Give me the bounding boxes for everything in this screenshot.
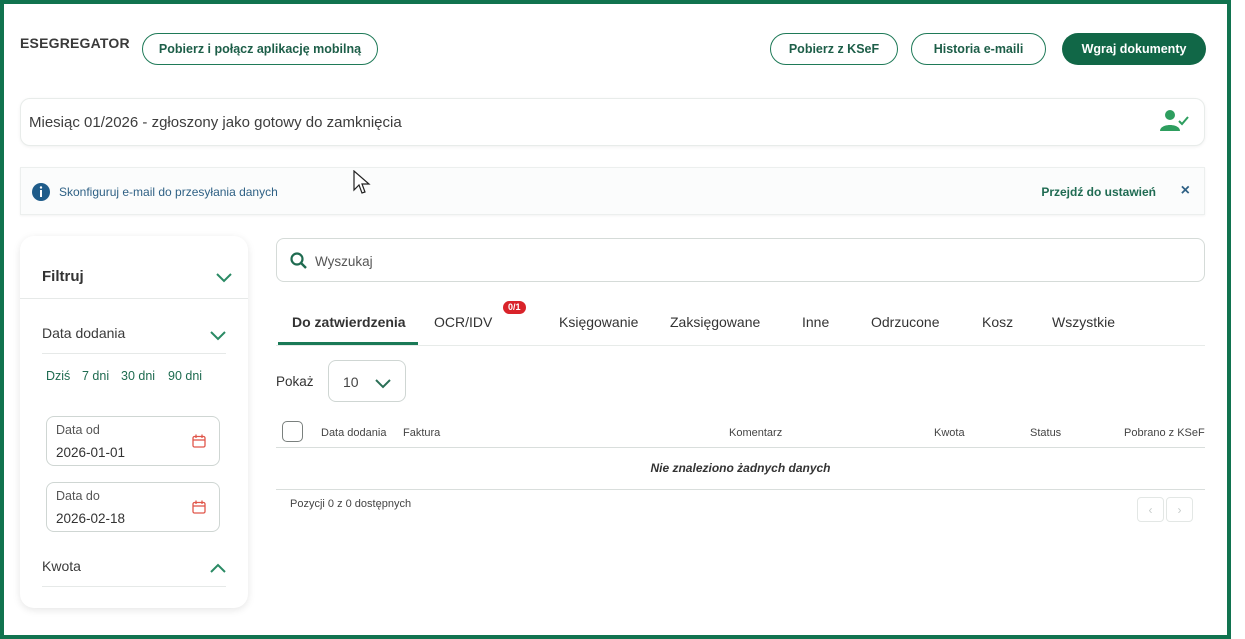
upload-documents-button[interactable]: Wgraj dokumenty — [1062, 33, 1206, 65]
divider — [42, 586, 226, 587]
tab-ocr-idv[interactable]: OCR/IDV — [434, 314, 492, 330]
col-amount[interactable]: Kwota — [934, 427, 965, 439]
calendar-icon[interactable] — [192, 434, 206, 453]
ksef-download-button[interactable]: Pobierz z KSeF — [770, 33, 898, 65]
quick-range-90d[interactable]: 90 dni — [168, 369, 202, 383]
date-to-field[interactable]: Data do 2026-02-18 — [46, 482, 220, 532]
month-status-bar: Miesiąc 01/2026 - zgłoszony jako gotowy … — [20, 98, 1205, 146]
tab-other[interactable]: Inne — [802, 314, 829, 330]
col-ksef-downloaded[interactable]: Pobrano z KSeF — [1124, 427, 1205, 439]
tab-to-approve[interactable]: Do zatwierdzenia — [292, 314, 406, 330]
tab-all[interactable]: Wszystkie — [1052, 314, 1115, 330]
page-size-value: 10 — [343, 374, 359, 390]
prev-page-button[interactable]: ‹ — [1137, 497, 1164, 522]
pagination-summary: Pozycji 0 z 0 dostępnych — [290, 498, 412, 510]
chevron-down-icon — [375, 376, 391, 394]
divider — [42, 353, 226, 354]
date-added-label: Data dodania — [42, 325, 126, 341]
quick-range-30d[interactable]: 30 dni — [121, 369, 155, 383]
quick-range-today[interactable]: Dziś — [46, 369, 70, 383]
date-from-value: 2026-01-01 — [56, 445, 126, 460]
document-tabs: Do zatwierdzenia OCR/IDV 0/1 Księgowanie… — [276, 301, 1205, 346]
chevron-down-icon[interactable] — [216, 270, 232, 288]
divider — [20, 298, 248, 299]
tab-accounting[interactable]: Księgowanie — [559, 314, 638, 330]
col-status[interactable]: Status — [1030, 427, 1061, 439]
table-footer-divider — [276, 489, 1205, 490]
table-header-divider — [276, 447, 1205, 448]
info-icon — [31, 182, 51, 207]
mobile-app-button[interactable]: Pobierz i połącz aplikację mobilną — [142, 33, 378, 65]
quick-range-7d[interactable]: 7 dni — [82, 369, 109, 383]
date-to-value: 2026-02-18 — [56, 511, 126, 526]
banner-text: Skonfiguruj e-mail do przesyłania danych — [59, 185, 278, 199]
filter-title: Filtruj — [42, 268, 84, 285]
app-brand: ESEGREGATOR — [20, 35, 130, 51]
col-invoice[interactable]: Faktura — [403, 427, 440, 439]
mouse-pointer-icon — [352, 169, 372, 201]
date-to-label: Data do — [56, 489, 100, 503]
tab-trash[interactable]: Kosz — [982, 314, 1013, 330]
chevron-up-icon[interactable] — [210, 560, 226, 578]
email-history-button[interactable]: Historia e-maili — [911, 33, 1046, 65]
search-input[interactable]: Wyszukaj — [276, 238, 1205, 282]
chevron-down-icon[interactable] — [210, 328, 226, 346]
filter-panel: Filtruj Data dodania Dziś 7 dni 30 dni 9… — [20, 236, 248, 608]
month-status-text: Miesiąc 01/2026 - zgłoszony jako gotowy … — [29, 114, 402, 131]
date-from-label: Data od — [56, 423, 100, 437]
select-all-checkbox[interactable] — [282, 421, 303, 442]
calendar-icon[interactable] — [192, 500, 206, 519]
page-size-label: Pokaż — [276, 374, 314, 389]
ocr-count-badge: 0/1 — [503, 301, 526, 314]
next-page-button[interactable]: › — [1166, 497, 1193, 522]
active-tab-indicator — [278, 342, 418, 345]
date-from-field[interactable]: Data od 2026-01-01 — [46, 416, 220, 466]
user-check-icon[interactable] — [1160, 109, 1190, 138]
close-icon[interactable]: × — [1181, 182, 1190, 200]
search-icon — [290, 252, 308, 275]
email-config-banner: Skonfiguruj e-mail do przesyłania danych… — [20, 167, 1205, 215]
empty-table-message: Nie znaleziono żadnych danych — [650, 461, 831, 475]
search-placeholder: Wyszukaj — [315, 254, 373, 269]
page-size-select[interactable]: 10 — [328, 360, 406, 402]
tab-posted[interactable]: Zaksięgowane — [670, 314, 760, 330]
col-date-added[interactable]: Data dodania — [321, 427, 386, 439]
amount-label: Kwota — [42, 558, 81, 574]
tab-rejected[interactable]: Odrzucone — [871, 314, 939, 330]
go-to-settings-link[interactable]: Przejdź do ustawień — [1041, 185, 1156, 199]
col-comment[interactable]: Komentarz — [729, 427, 782, 439]
